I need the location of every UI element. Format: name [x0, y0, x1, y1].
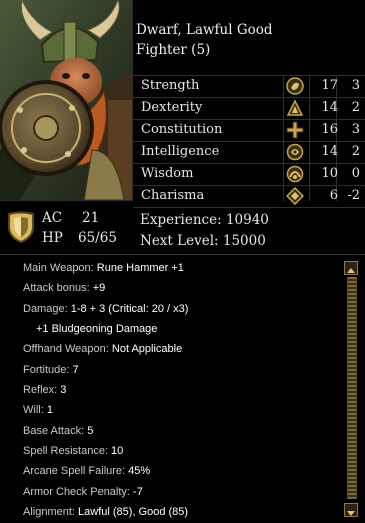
attribute-row-wisdom[interactable]: Wisdom 10 0	[133, 163, 365, 185]
list-item: Will: 1	[23, 404, 53, 417]
hp-label: HP	[42, 230, 63, 246]
list-item: Spell Resistance: 10	[23, 445, 124, 458]
attribute-row-dexterity[interactable]: Dexterity 14 2	[133, 97, 365, 119]
chevron-up-icon	[347, 268, 355, 273]
attribute-name: Charisma	[141, 188, 205, 203]
scroll-up-button[interactable]	[344, 261, 358, 275]
character-header: Dwarf, Lawful Good Fighter (5)	[136, 20, 361, 60]
attribute-modifier: 2	[351, 100, 360, 115]
attribute-modifier: 2	[351, 144, 360, 159]
list-item: +1 Bludgeoning Damage	[36, 323, 158, 336]
attribute-row-charisma[interactable]: Charisma 6 -2	[133, 185, 365, 208]
experience-panel: Experience: 10940 Next Level: 15000	[140, 210, 269, 252]
list-item: Attack bonus: +9	[23, 282, 106, 295]
hp-value: 65/65	[78, 230, 117, 246]
experience-label: Experience:	[140, 212, 222, 228]
class-level: Fighter (5)	[136, 42, 211, 58]
ac-value: 21	[82, 210, 100, 226]
next-level-line: Next Level: 15000	[140, 231, 269, 252]
attribute-score: 6	[329, 188, 338, 203]
attribute-row-intelligence[interactable]: Intelligence 14 2	[133, 141, 365, 163]
strength-icon	[286, 77, 304, 95]
list-item: Base Attack: 5	[23, 424, 94, 437]
attribute-name: Intelligence	[141, 144, 220, 159]
list-item: Offhand Weapon: Not Applicable	[23, 343, 183, 356]
race-alignment: Dwarf, Lawful Good	[136, 22, 273, 38]
ac-label: AC	[42, 210, 63, 226]
scrollbar[interactable]	[343, 259, 359, 517]
attribute-score: 14	[321, 144, 338, 159]
attribute-name: Wisdom	[141, 166, 194, 181]
list-item: Fortitude: 7	[23, 363, 79, 376]
shield-icon	[8, 211, 34, 243]
list-item: Arcane Spell Failure: 45%	[23, 465, 151, 478]
attribute-score: 10	[321, 166, 338, 181]
attribute-name: Dexterity	[141, 100, 203, 115]
attributes-table: Strength 17 3 Dexterity 14 2 Constitutio…	[133, 75, 365, 208]
wisdom-icon	[286, 165, 304, 183]
chevron-down-icon	[347, 511, 355, 516]
attribute-modifier: -2	[347, 188, 360, 203]
list-item: Reflex: 3	[23, 384, 67, 397]
attribute-name: Strength	[141, 78, 200, 93]
attribute-score: 16	[321, 122, 338, 137]
scroll-track[interactable]	[347, 277, 357, 499]
list-item: Damage: 1-8 + 3 (Critical: 20 / x3)	[23, 302, 189, 315]
experience-line: Experience: 10940	[140, 210, 269, 231]
list-item: Alignment: Lawful (85), Good (85)	[23, 506, 189, 519]
attribute-row-strength[interactable]: Strength 17 3	[133, 75, 365, 97]
constitution-icon	[286, 121, 304, 139]
intelligence-icon	[286, 143, 304, 161]
details-list: Main Weapon: Rune Hammer +1 Attack bonus…	[23, 258, 338, 522]
attribute-score: 17	[321, 78, 338, 93]
attribute-modifier: 3	[351, 122, 360, 137]
character-portrait	[0, 0, 133, 201]
attribute-modifier: 3	[351, 78, 360, 93]
charisma-icon	[286, 187, 304, 205]
defense-panel: AC 21 HP 65/65	[0, 201, 132, 253]
next-level-value: 15000	[222, 233, 266, 249]
experience-value: 10940	[225, 212, 269, 228]
attribute-row-constitution[interactable]: Constitution 16 3	[133, 119, 365, 141]
attribute-name: Constitution	[141, 122, 223, 137]
scroll-down-button[interactable]	[344, 503, 358, 517]
details-panel[interactable]: Main Weapon: Rune Hammer +1 Attack bonus…	[0, 254, 365, 519]
next-level-label: Next Level:	[140, 233, 219, 249]
list-item: Armor Check Penalty: -7	[23, 485, 143, 498]
dexterity-icon	[286, 99, 304, 116]
attribute-modifier: 0	[351, 166, 360, 181]
list-item: Main Weapon: Rune Hammer +1	[23, 262, 184, 274]
attribute-score: 14	[321, 100, 338, 115]
